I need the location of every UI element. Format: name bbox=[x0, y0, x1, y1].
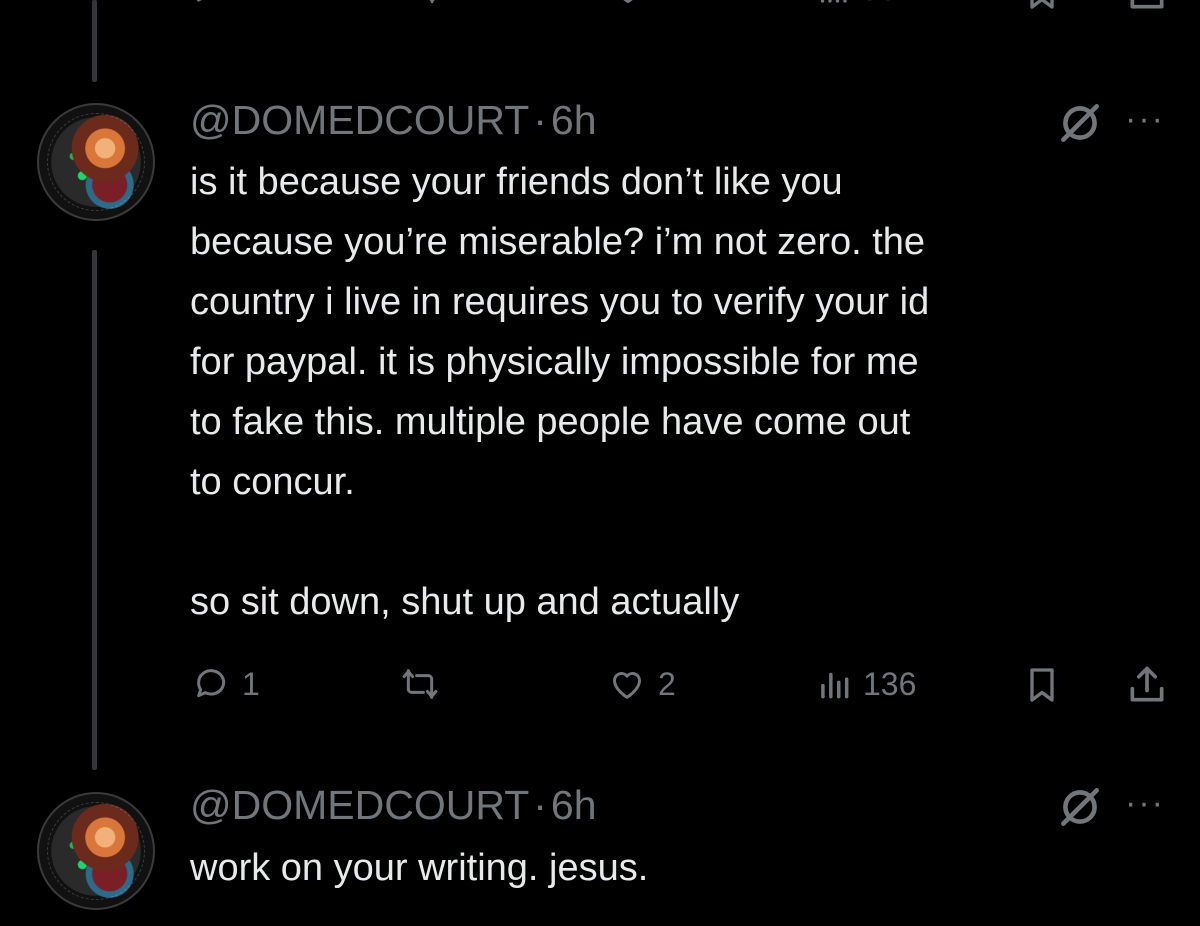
share-button[interactable] bbox=[1125, 662, 1169, 708]
share-icon bbox=[1130, 666, 1164, 702]
like-count: 2 bbox=[658, 0, 676, 8]
reply-icon bbox=[197, 669, 226, 698]
bookmark-button[interactable] bbox=[1022, 0, 1062, 14]
views-button[interactable]: 56 bbox=[815, 0, 897, 8]
views-icon bbox=[821, 672, 849, 699]
more-options-button[interactable]: ··· bbox=[1125, 102, 1165, 136]
no-symbol-icon[interactable] bbox=[1055, 98, 1105, 148]
share-button[interactable] bbox=[1125, 0, 1169, 14]
meta-separator: · bbox=[533, 97, 547, 143]
bookmark-icon bbox=[1030, 0, 1054, 9]
bookmark-icon bbox=[1030, 668, 1054, 702]
avatar[interactable] bbox=[37, 792, 155, 910]
retweet-icon bbox=[402, 669, 438, 699]
post-time[interactable]: 6h bbox=[551, 782, 597, 828]
reply-button[interactable]: 1 bbox=[192, 0, 258, 8]
retweet-button[interactable] bbox=[400, 0, 442, 8]
like-button[interactable]: 2 bbox=[606, 664, 676, 704]
reply-count: 1 bbox=[240, 0, 258, 8]
post-text: is it because your friends don’t like yo… bbox=[190, 161, 930, 623]
post-text: work on your writing. jesus. bbox=[190, 847, 649, 889]
user-handle[interactable]: @DOMEDCOURT bbox=[190, 782, 529, 828]
like-button[interactable]: 2 bbox=[608, 0, 676, 8]
share-icon bbox=[1130, 0, 1164, 9]
reply-button[interactable]: 1 bbox=[192, 664, 260, 704]
like-count: 2 bbox=[658, 665, 676, 702]
more-options-button[interactable]: ··· bbox=[1125, 786, 1165, 820]
like-icon bbox=[623, 0, 633, 4]
views-icon bbox=[820, 0, 847, 3]
views-count: 56 bbox=[861, 0, 897, 8]
no-symbol-icon[interactable] bbox=[1055, 782, 1105, 832]
post-time[interactable]: 6h bbox=[551, 97, 597, 143]
avatar[interactable] bbox=[37, 103, 155, 221]
post-meta: @DOMEDCOURT·6h bbox=[190, 100, 597, 141]
retweet-icon bbox=[429, 0, 435, 4]
user-handle[interactable]: @DOMEDCOURT bbox=[190, 97, 529, 143]
top-action-bar: 1 2 56 bbox=[0, 0, 1200, 20]
views-button[interactable]: 136 bbox=[815, 664, 916, 704]
post-meta: @DOMEDCOURT·6h bbox=[190, 785, 597, 826]
retweet-button[interactable] bbox=[398, 664, 442, 704]
like-icon bbox=[613, 672, 641, 699]
reply-count: 1 bbox=[242, 665, 260, 702]
reply-icon bbox=[196, 0, 202, 2]
meta-separator: · bbox=[533, 782, 547, 828]
bookmark-button[interactable] bbox=[1022, 662, 1062, 708]
views-count: 136 bbox=[863, 665, 917, 702]
post-action-bar: 1 2 136 bbox=[0, 662, 1200, 712]
